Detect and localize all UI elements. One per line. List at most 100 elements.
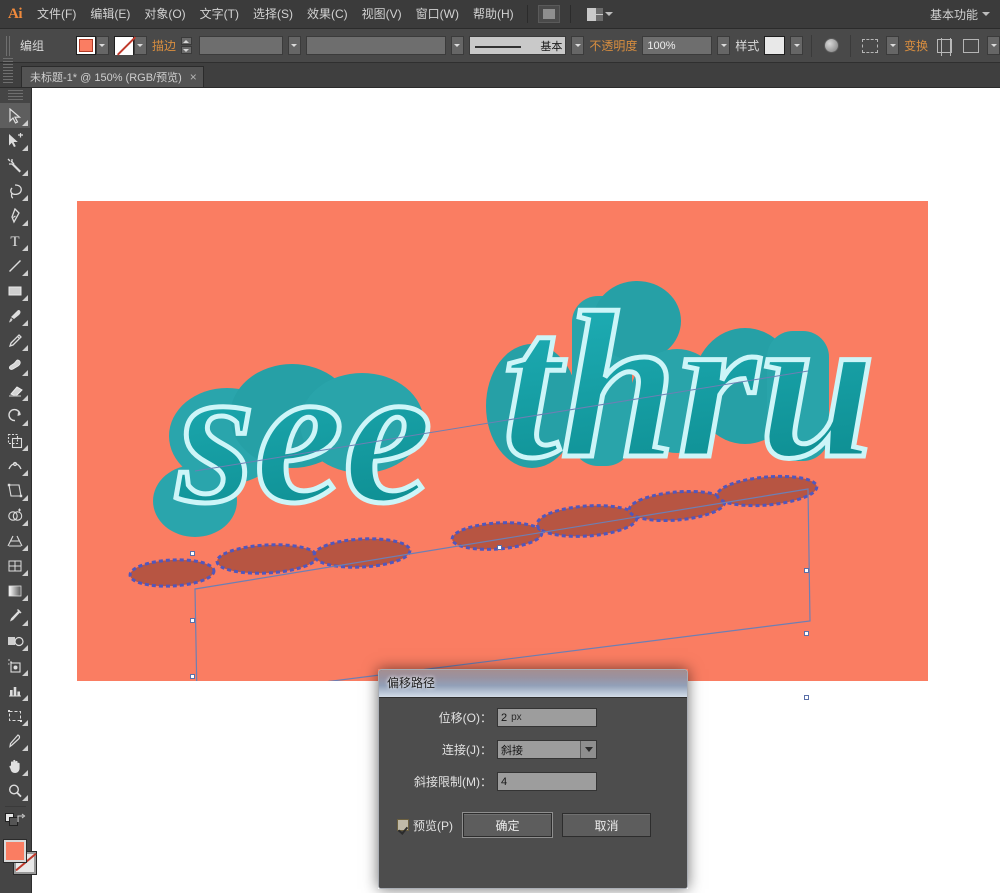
gradient-tool[interactable] [0,578,30,603]
lasso-tool[interactable] [0,178,30,203]
join-select[interactable]: 斜接 [497,740,597,759]
opacity-input[interactable]: 100% [642,36,713,55]
menu-edit[interactable]: 编辑(E) [83,0,137,29]
stroke-color-control[interactable] [113,36,147,55]
extra-options-icon[interactable] [960,36,982,56]
arrange-documents-icon[interactable] [586,7,613,21]
zoom-tool[interactable] [0,778,30,803]
slice-tool[interactable] [0,728,30,753]
tools-divider [5,806,26,807]
fill-color-control[interactable] [75,36,109,55]
control-bar: 编组 描边 基本 不透明度 100% 样式 变换 [0,29,1000,63]
offset-path-dialog[interactable]: 偏移路径 位移(O)： 2 px 连接(J)： 斜接 斜接限制(M)： 4 预览… [378,669,688,889]
bridge-icon[interactable] [537,5,560,23]
style-dropdown-icon[interactable] [790,36,804,55]
free-transform-tool[interactable] [0,478,30,503]
column-graph-tool[interactable] [0,678,30,703]
opacity-label[interactable]: 不透明度 [589,37,637,54]
menu-effect[interactable]: 效果(C) [300,0,355,29]
miter-limit-input[interactable]: 4 [497,772,597,791]
swap-fill-stroke-icon[interactable] [16,812,28,830]
stroke-swatch-none[interactable] [113,36,134,55]
document-tab[interactable]: 未标题-1* @ 150% (RGB/预览) × [21,66,204,87]
menu-object[interactable]: 对象(O) [137,0,192,29]
pen-tool[interactable] [0,203,30,228]
preview-checkbox-wrap[interactable]: 预览(P) [397,817,453,834]
eyedropper-tool[interactable] [0,603,30,628]
transform-label[interactable]: 变换 [904,37,928,54]
menu-select[interactable]: 选择(S) [246,0,300,29]
ok-button[interactable]: 确定 [462,812,553,838]
width-profile-select[interactable]: 基本 [468,36,567,55]
chevron-down-icon[interactable] [982,12,990,16]
preview-checkbox[interactable] [397,819,409,831]
type-tool[interactable]: T [0,228,30,253]
profile-dropdown-icon[interactable] [571,36,585,55]
tools-panel-grip[interactable] [8,90,23,100]
fill-swatch[interactable] [75,36,96,55]
close-icon[interactable]: × [190,70,197,84]
control-bar-grip[interactable] [6,35,11,56]
pencil-tool[interactable] [0,328,30,353]
eraser-tool[interactable] [0,378,30,403]
menu-view[interactable]: 视图(V) [355,0,409,29]
stroke-weight-dropdown-icon[interactable] [287,36,301,55]
miter-limit-value: 4 [501,775,508,788]
offset-row: 位移(O)： 2 px [389,708,673,727]
graphic-style-swatch[interactable] [764,36,786,55]
fill-dropdown-icon[interactable] [95,36,109,55]
paintbrush-tool[interactable] [0,303,30,328]
dash-dropdown-icon[interactable] [450,36,464,55]
cancel-button[interactable]: 取消 [562,813,651,837]
line-segment-tool[interactable] [0,253,30,278]
handle-tr[interactable] [804,568,809,573]
symbol-sprayer-tool[interactable] [0,653,30,678]
menu-type[interactable]: 文字(T) [193,0,246,29]
scale-tool[interactable] [0,428,30,453]
perspective-grid-tool[interactable] [0,528,30,553]
selection-tool[interactable] [0,103,30,128]
handle-br[interactable] [804,695,809,700]
toolbar-fill-swatch[interactable] [3,839,27,863]
mask-dropdown-icon[interactable] [886,36,900,55]
stroke-weight-stepper[interactable] [180,37,192,54]
width-tool[interactable] [0,453,30,478]
join-label: 连接(J)： [442,743,492,757]
rotate-tool[interactable] [0,403,30,428]
stroke-dash-input[interactable] [305,36,446,55]
magic-wand-tool[interactable] [0,153,30,178]
isolate-mask-icon[interactable] [859,36,881,56]
blob-brush-tool[interactable] [0,353,30,378]
artboard-tool[interactable] [0,703,30,728]
blend-tool[interactable] [0,628,30,653]
dialog-title-bar[interactable]: 偏移路径 [379,670,687,698]
handle-mr[interactable] [804,631,809,636]
handle-ml[interactable] [190,618,195,623]
extra-dropdown-icon[interactable] [987,36,1000,55]
shape-builder-tool[interactable] [0,503,30,528]
workspace-switcher[interactable]: 基本功能 [930,6,982,23]
recolor-artwork-icon[interactable] [820,36,842,56]
align-icon[interactable] [933,36,955,56]
menu-help[interactable]: 帮助(H) [466,0,521,29]
rectangle-tool[interactable] [0,278,30,303]
hand-tool[interactable] [0,753,30,778]
artwork-see-thru[interactable]: see thru [77,201,928,681]
direct-selection-tool[interactable] [0,128,30,153]
opacity-dropdown-icon[interactable] [717,36,731,55]
chevron-down-icon[interactable] [580,741,596,758]
stroke-dropdown-icon[interactable] [133,36,147,55]
illustrator-window: Ai 文件(F) 编辑(E) 对象(O) 文字(T) 选择(S) 效果(C) 视… [0,0,1000,893]
offset-input[interactable]: 2 px [497,708,597,727]
menu-file[interactable]: 文件(F) [30,0,83,29]
handle-tl[interactable] [190,551,195,556]
mesh-tool[interactable] [0,553,30,578]
handle-bl[interactable] [190,674,195,679]
tab-bar-grip[interactable] [3,58,13,83]
menu-window[interactable]: 窗口(W) [409,0,466,29]
stroke-weight-input[interactable] [198,36,283,55]
handle-tc[interactable] [497,545,502,550]
menu-divider [526,5,528,23]
artboard[interactable]: see thru [77,201,928,681]
stroke-label[interactable]: 描边 [152,37,176,54]
